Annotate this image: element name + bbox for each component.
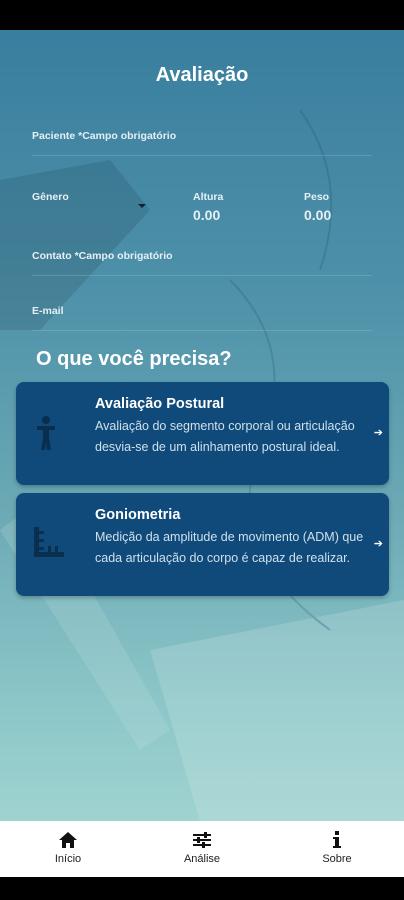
evaluation-screen: Avaliação Paciente *Campo obrigatório Gê… bbox=[0, 30, 404, 821]
section-title: O que você precisa? bbox=[36, 348, 232, 370]
system-nav-bar bbox=[0, 877, 404, 900]
chevron-down-icon[interactable] bbox=[138, 204, 146, 208]
email-divider bbox=[32, 330, 372, 331]
person-icon bbox=[34, 412, 58, 452]
status-bar bbox=[0, 0, 404, 30]
height-field[interactable]: 0.00 bbox=[193, 207, 220, 223]
nav-item-home[interactable]: Início bbox=[28, 829, 108, 865]
height-label: Altura bbox=[193, 191, 224, 203]
postural-assessment-card[interactable]: Avaliação Postural Avaliação do segmento… bbox=[16, 382, 389, 485]
goniometry-card[interactable]: Goniometria Medição da amplitude de movi… bbox=[16, 493, 389, 596]
patient-divider bbox=[32, 155, 372, 156]
nav-item-analysis[interactable]: Análise bbox=[162, 829, 242, 865]
gender-select[interactable]: Gênero bbox=[32, 191, 69, 203]
nav-label: Análise bbox=[183, 853, 221, 865]
contact-field[interactable]: Contato *Campo obrigatório bbox=[32, 250, 173, 262]
card-description: Medição da amplitude de movimento (ADM) … bbox=[95, 530, 364, 565]
card-title: Goniometria bbox=[95, 507, 181, 523]
page-title: Avaliação bbox=[155, 64, 249, 86]
home-icon bbox=[28, 829, 108, 851]
info-icon bbox=[297, 829, 377, 851]
contact-divider bbox=[32, 275, 372, 276]
goniometer-icon bbox=[34, 523, 64, 563]
weight-label: Peso bbox=[304, 191, 330, 203]
card-description: Avaliação do segmento corporal ou articu… bbox=[95, 419, 355, 454]
card-title: Avaliação Postural bbox=[95, 396, 225, 412]
bottom-navigation: Início Análise Sobre bbox=[0, 821, 404, 877]
nav-label: Início bbox=[54, 853, 82, 865]
email-field[interactable]: E-mail bbox=[32, 305, 64, 317]
arrow-icon: ➔ bbox=[373, 427, 383, 439]
sliders-icon bbox=[162, 829, 242, 851]
weight-field[interactable]: 0.00 bbox=[304, 207, 331, 223]
patient-field[interactable]: Paciente *Campo obrigatório bbox=[32, 130, 176, 142]
nav-label: Sobre bbox=[322, 853, 352, 865]
arrow-icon: ➔ bbox=[373, 538, 383, 550]
nav-item-about[interactable]: Sobre bbox=[297, 829, 377, 865]
